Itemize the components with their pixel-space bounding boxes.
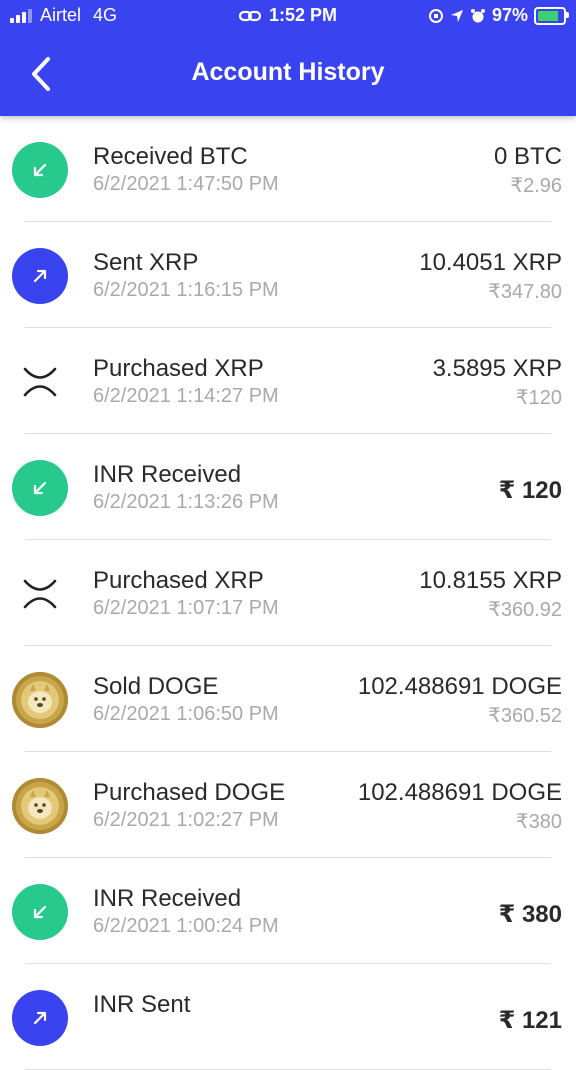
transaction-row[interactable]: Received BTC 6/2/2021 1:47:50 PM 0 BTC ₹2.9… bbox=[0, 116, 576, 222]
transaction-row[interactable]: Purchased XRP 6/2/2021 1:07:17 PM 10.8155 … bbox=[0, 540, 576, 646]
transaction-amount: 102.488691 DOGE bbox=[357, 673, 562, 700]
battery-icon bbox=[534, 6, 569, 25]
transaction-amount: ₹ 121 bbox=[498, 1007, 562, 1034]
transaction-row[interactable]: INR Received 6/2/2021 1:13:26 PM ₹ 120 bbox=[0, 434, 576, 540]
xrp-icon bbox=[23, 367, 57, 397]
xrp-icon bbox=[23, 579, 57, 609]
alarm-icon bbox=[470, 8, 485, 22]
battery-percent: 97% bbox=[491, 5, 528, 25]
transaction-title: INR Sent bbox=[93, 991, 191, 1018]
transaction-title: Purchased XRP bbox=[93, 355, 264, 382]
transaction-icon bbox=[12, 672, 68, 728]
clock: 1:52 PM bbox=[268, 5, 338, 25]
transaction-icon bbox=[12, 884, 68, 940]
transaction-row[interactable]: Purchased DOGE 6/2/2021 1:02:27 PM 102.488… bbox=[0, 752, 576, 858]
transaction-fiat-value: ₹347.80 bbox=[488, 281, 562, 303]
transaction-date: 6/2/2021 1:47:50 PM bbox=[93, 173, 279, 195]
chevron-left-icon bbox=[32, 57, 50, 91]
transaction-icon bbox=[12, 778, 68, 834]
signal-icon bbox=[10, 8, 32, 23]
transaction-fiat-value: ₹380 bbox=[515, 811, 562, 833]
transaction-icon bbox=[12, 460, 68, 516]
status-bar: Airtel 4G 1:52 PM 97% bbox=[0, 0, 576, 32]
transaction-title: INR Received bbox=[93, 461, 242, 488]
transaction-row[interactable]: INR Sent ₹ 121 bbox=[0, 964, 576, 1070]
transaction-icon bbox=[12, 990, 68, 1046]
transaction-amount: 10.8155 XRP bbox=[419, 567, 562, 594]
transaction-fiat-value: ₹360.52 bbox=[488, 705, 562, 727]
page-title: Account History bbox=[191, 58, 385, 86]
transaction-row[interactable]: INR Received 6/2/2021 1:00:24 PM ₹ 380 bbox=[0, 858, 576, 964]
transaction-date: 6/2/2021 1:13:26 PM bbox=[93, 491, 279, 513]
transaction-date: 6/2/2021 1:06:50 PM bbox=[93, 703, 279, 725]
back-button[interactable] bbox=[26, 56, 60, 92]
transaction-list: Received BTC 6/2/2021 1:47:50 PM 0 BTC ₹2.9… bbox=[0, 116, 576, 1070]
transaction-fiat-value: ₹360.92 bbox=[488, 599, 562, 621]
transaction-amount: ₹ 120 bbox=[498, 477, 562, 504]
transaction-date: 6/2/2021 1:00:24 PM bbox=[93, 915, 279, 937]
transaction-title: Purchased DOGE bbox=[93, 779, 286, 806]
doge-icon bbox=[21, 787, 59, 825]
arrow-down-left-icon bbox=[33, 481, 47, 495]
transaction-title: INR Received bbox=[93, 885, 242, 912]
transaction-title: Purchased XRP bbox=[93, 567, 264, 594]
transaction-icon bbox=[12, 142, 68, 198]
transaction-icon bbox=[12, 566, 68, 622]
transaction-date: 6/2/2021 1:07:17 PM bbox=[93, 597, 279, 619]
arrow-down-left-icon bbox=[33, 163, 47, 177]
location-icon bbox=[450, 9, 463, 22]
transaction-icon bbox=[12, 248, 68, 304]
transaction-fiat-value: ₹120 bbox=[515, 387, 562, 409]
transaction-date: 6/2/2021 1:14:27 PM bbox=[93, 385, 279, 407]
transaction-fiat-value: ₹2.96 bbox=[510, 175, 562, 197]
arrow-up-right-icon bbox=[33, 269, 47, 283]
transaction-amount: 10.4051 XRP bbox=[419, 249, 562, 276]
transaction-row[interactable]: Sent XRP 6/2/2021 1:16:15 PM 10.4051 XRP ₹3… bbox=[0, 222, 576, 328]
transaction-title: Sent XRP bbox=[93, 249, 199, 276]
transaction-amount: ₹ 380 bbox=[498, 901, 562, 928]
doge-icon bbox=[21, 681, 59, 719]
lock-rotation-icon bbox=[428, 8, 443, 23]
transaction-amount: 3.5895 XRP bbox=[432, 355, 562, 382]
transaction-icon bbox=[12, 354, 68, 410]
transaction-date: 6/2/2021 1:16:15 PM bbox=[93, 279, 279, 301]
transaction-amount: 0 BTC bbox=[493, 143, 562, 170]
transaction-amount: 102.488691 DOGE bbox=[357, 779, 562, 806]
link-icon bbox=[238, 10, 261, 21]
app-header: Airtel 4G 1:52 PM 97% Account History bbox=[0, 0, 576, 116]
transaction-title: Received BTC bbox=[93, 143, 248, 170]
transaction-title: Sold DOGE bbox=[93, 673, 219, 700]
transaction-date: 6/2/2021 1:02:27 PM bbox=[93, 809, 279, 831]
arrow-up-right-icon bbox=[33, 1011, 47, 1025]
network-type: 4G bbox=[93, 5, 118, 25]
carrier-name: Airtel bbox=[40, 5, 82, 25]
arrow-down-left-icon bbox=[33, 905, 47, 919]
transaction-row[interactable]: Sold DOGE 6/2/2021 1:06:50 PM 102.488691 D… bbox=[0, 646, 576, 752]
transaction-row[interactable]: Purchased XRP 6/2/2021 1:14:27 PM 3.5895 X… bbox=[0, 328, 576, 434]
